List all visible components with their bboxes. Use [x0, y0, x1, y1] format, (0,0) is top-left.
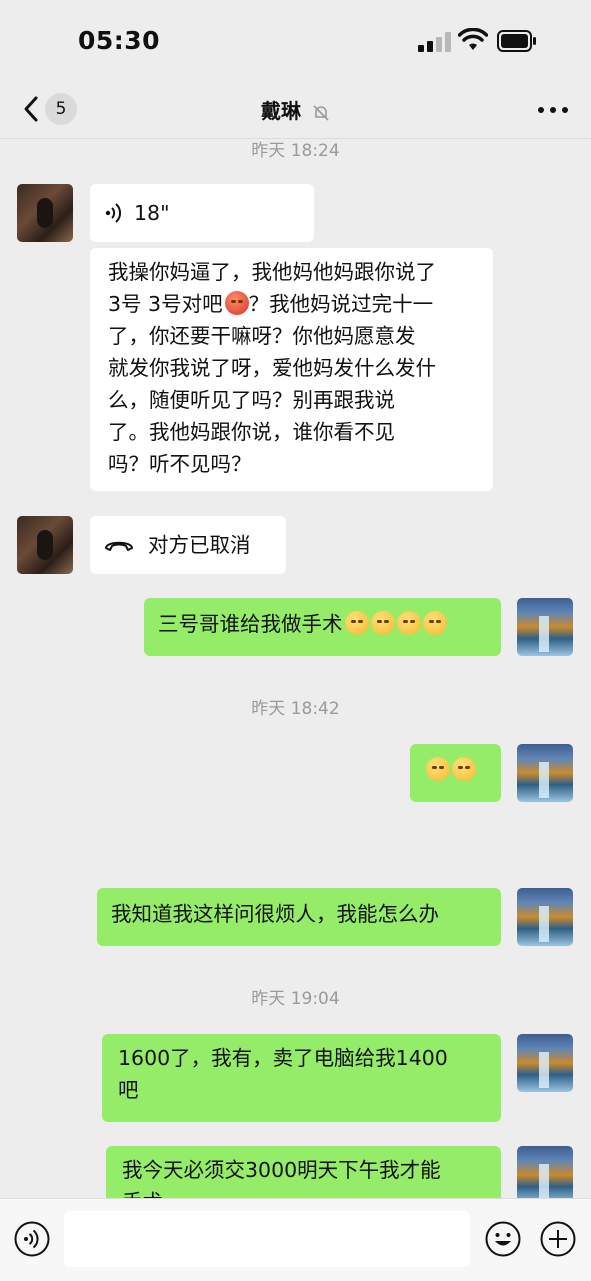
status-bar: 05:30: [0, 0, 591, 82]
battery-icon: [497, 30, 536, 52]
my-avatar[interactable]: [517, 1146, 573, 1198]
my-avatar[interactable]: [517, 744, 573, 802]
message-bubble[interactable]: 我知道我这样问很烦人，我能怎么办: [97, 888, 501, 946]
chat-title-wrap: 戴琳: [0, 95, 591, 124]
message-bubble[interactable]: 1600了，我有，卖了电脑给我1400 吧: [102, 1034, 501, 1122]
input-bar: [0, 1198, 591, 1281]
message-bubble[interactable]: 我今天必须交3000明天下午我才能 手术: [106, 1146, 501, 1198]
message-line: 吗？听不见吗？: [108, 452, 252, 476]
my-avatar[interactable]: [517, 888, 573, 946]
pensive-emoji-icon: [452, 757, 476, 781]
voice-duration: 18": [134, 201, 170, 225]
my-avatar[interactable]: [517, 1034, 573, 1092]
emoji-icon: [422, 611, 447, 635]
message-text: 三号哥谁给我做手术: [158, 612, 343, 636]
call-status: 对方已取消: [148, 533, 251, 557]
message-line: 吧: [118, 1078, 139, 1102]
cellular-signal-icon: [418, 32, 452, 52]
more-dots-icon[interactable]: [537, 102, 569, 118]
wifi-icon: [458, 28, 488, 50]
message-line: 了。我他妈跟你说，谁你看不见: [108, 420, 395, 444]
contact-avatar[interactable]: [17, 184, 73, 242]
bell-off-icon: [313, 104, 329, 121]
message-bubble[interactable]: 三号哥谁给我做手术: [144, 598, 501, 656]
chat-title: 戴琳: [261, 99, 302, 123]
message-line: 手术: [122, 1186, 485, 1198]
timestamp: 昨天 18:24: [251, 141, 340, 161]
voice-wave-icon: [105, 203, 122, 223]
pensive-emoji-icon: [426, 757, 450, 781]
timestamp: 昨天 19:04: [251, 989, 340, 1009]
emoji-icon: [396, 611, 421, 635]
timestamp: 昨天 18:42: [251, 699, 340, 719]
message-line: 我操你妈逼了，我他妈他妈跟你说了: [108, 260, 436, 284]
plus-icon[interactable]: [540, 1221, 576, 1257]
emoji-message[interactable]: [410, 744, 501, 802]
emoji-icon: [370, 611, 395, 635]
message-line: 就发你我说了呀，爱他妈发什么发什: [108, 356, 436, 380]
phone-hangup-icon: [105, 541, 133, 551]
message-line: 么，随便听见了吗？别再跟我说: [108, 388, 395, 412]
my-avatar[interactable]: [517, 598, 573, 656]
chat-header: 5 戴琳: [0, 82, 591, 139]
voice-input-icon[interactable]: [14, 1221, 50, 1257]
contact-avatar[interactable]: [17, 516, 73, 574]
message-bubble[interactable]: 我操你妈逼了，我他妈他妈跟你说了 3号 3号对吧 ？我他妈说过完十一 了，你还要干…: [90, 248, 493, 491]
message-line: 1600了，我有，卖了电脑给我1400: [118, 1046, 448, 1070]
emoji-icon: [344, 611, 369, 635]
message-line: 3号 3号对吧 ？我他妈说过完十一: [108, 291, 434, 316]
voice-message[interactable]: 18": [90, 184, 314, 242]
message-list[interactable]: 昨天 18:24 18" 我操你妈逼了，我他妈他妈跟你说了 3号 3号对吧 ？我他…: [0, 138, 591, 1198]
angry-emoji-icon: [224, 291, 249, 315]
call-message[interactable]: 对方已取消: [90, 516, 286, 574]
message-text: 我知道我这样问很烦人，我能怎么办: [111, 902, 439, 926]
message-input[interactable]: [64, 1211, 470, 1267]
message-line: 了，你还要干嘛呀？你他妈愿意发: [108, 324, 416, 348]
status-time: 05:30: [78, 26, 161, 55]
message-line: 我今天必须交3000明天下午我才能: [122, 1158, 441, 1182]
emoji-icon[interactable]: [485, 1221, 521, 1257]
